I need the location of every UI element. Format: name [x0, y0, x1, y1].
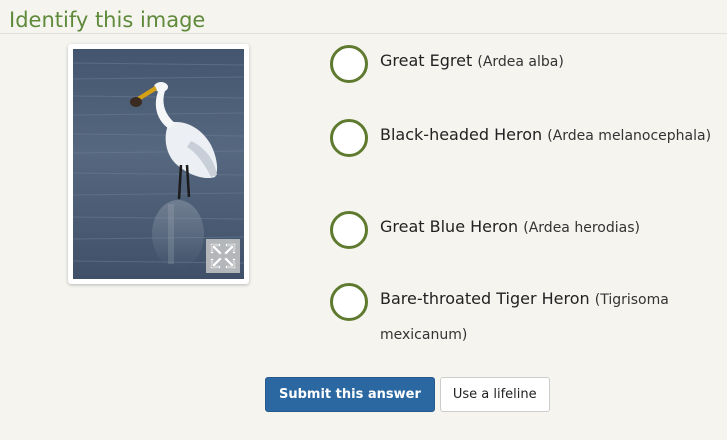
option-label: Great Egret (Ardea alba) [380, 51, 564, 70]
answer-option[interactable]: Great Egret (Ardea alba) [330, 44, 725, 83]
radio-button[interactable] [330, 283, 368, 321]
expand-icon [210, 243, 236, 269]
option-label: Great Blue Heron (Ardea herodias) [380, 217, 640, 236]
bird-photo [73, 49, 244, 279]
scientific-name: Ardea melanocephala [552, 128, 706, 144]
submit-answer-button[interactable]: Submit this answer [265, 377, 435, 412]
option-label: Black-headed Heron (Ardea melanocephala) [380, 125, 712, 144]
expand-image-button[interactable] [206, 239, 240, 273]
common-name: Bare-throated Tiger Heron [380, 289, 590, 308]
scientific-name: Ardea herodias [528, 220, 635, 236]
common-name: Great Egret [380, 51, 473, 70]
radio-button[interactable] [330, 119, 368, 157]
photo-card [68, 44, 249, 284]
page-title: Identify this image [9, 8, 206, 32]
page-header: Identify this image [0, 0, 727, 34]
radio-button[interactable] [330, 211, 368, 249]
radio-button[interactable] [330, 45, 368, 83]
action-buttons: Submit this answer Use a lifeline [265, 377, 550, 412]
scientific-name: Ardea alba [482, 54, 559, 70]
answer-option[interactable]: Bare-throated Tiger Heron (Tigrisoma mex… [330, 282, 725, 352]
common-name: Black-headed Heron [380, 125, 543, 144]
common-name: Great Blue Heron [380, 217, 519, 236]
answer-option[interactable]: Great Blue Heron (Ardea herodias) [330, 210, 725, 249]
answer-option[interactable]: Black-headed Heron (Ardea melanocephala) [330, 118, 725, 157]
use-lifeline-button[interactable]: Use a lifeline [439, 377, 550, 412]
option-label: Bare-throated Tiger Heron (Tigrisoma mex… [380, 289, 669, 343]
